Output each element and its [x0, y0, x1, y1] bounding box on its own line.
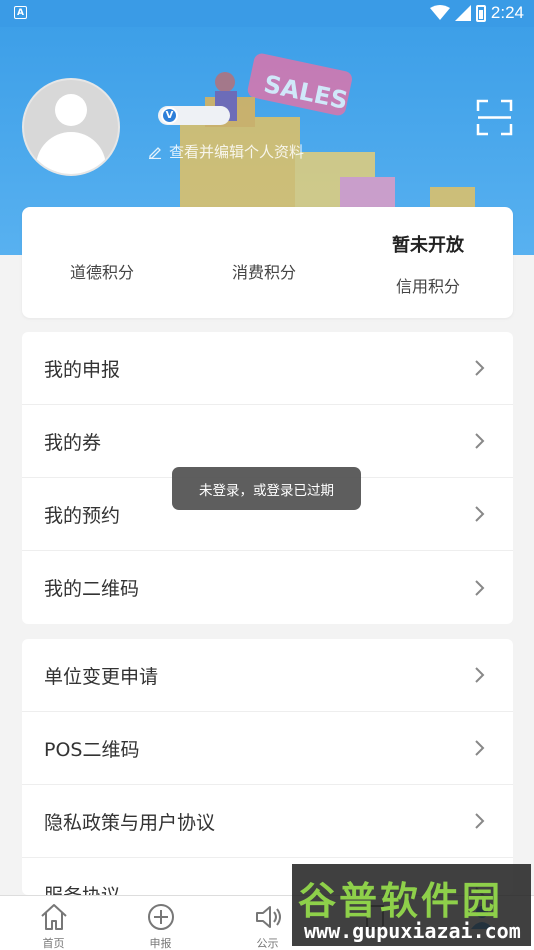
menu-item-label: 我的申报: [44, 358, 121, 381]
chevron-right-icon: [475, 506, 485, 522]
app-notification-icon: A: [14, 6, 27, 19]
menu-item-label: 我的券: [44, 431, 102, 454]
chevron-right-icon: [475, 667, 485, 683]
tab-home[interactable]: 首页: [0, 896, 107, 950]
menu-item-label: 服务协议: [44, 881, 120, 895]
status-bar: A 2:24: [0, 0, 534, 27]
points-label: 道德积分: [69, 263, 134, 282]
chevron-right-icon: [475, 740, 485, 756]
signal-icon: [454, 5, 471, 21]
points-label: 消费积分: [231, 263, 296, 282]
tab-apply[interactable]: 申报: [107, 896, 214, 950]
menu-item-pos-qrcode[interactable]: POS二维码: [22, 712, 513, 785]
points-moral[interactable]: 道德积分: [22, 207, 182, 318]
points-value: 暂未开放: [392, 235, 464, 256]
tab-label: 申报: [149, 937, 172, 950]
menu-item-label: 我的二维码: [44, 578, 140, 600]
points-credit[interactable]: 暂未开放 信用积分: [348, 207, 508, 318]
watermark: 谷普软件园 www.gupuxiazai.com: [292, 864, 531, 946]
menu-item-label: 我的预约: [44, 504, 121, 527]
username-pill: V: [158, 106, 230, 125]
menu-item-my-applications[interactable]: 我的申报: [22, 332, 513, 405]
tab-label: 首页: [42, 937, 65, 950]
edit-profile-label: 查看并编辑个人资料: [169, 143, 305, 161]
menu-group-settings: 单位变更申请 POS二维码 隐私政策与用户协议 服务协议: [22, 639, 513, 895]
menu-item-privacy-policy[interactable]: 隐私政策与用户协议: [22, 785, 513, 858]
edit-profile-link[interactable]: 查看并编辑个人资料: [148, 141, 304, 162]
plus-circle-icon: [147, 904, 174, 930]
menu-item-my-qrcode[interactable]: 我的二维码: [22, 551, 513, 624]
system-indicators: 2:24: [429, 3, 524, 23]
clock: 2:24: [490, 3, 524, 22]
chevron-right-icon: [475, 813, 485, 829]
menu-item-label: POS二维码: [44, 738, 140, 761]
watermark-url: www.gupuxiazai.com: [304, 919, 521, 943]
points-card: 道德积分 消费积分 暂未开放 信用积分: [22, 207, 513, 318]
speaker-icon: [255, 906, 281, 928]
home-icon: [40, 904, 67, 930]
verified-icon: V: [161, 107, 178, 124]
chevron-right-icon: [475, 579, 485, 596]
points-consumption[interactable]: 消费积分: [184, 207, 344, 318]
watermark-brand: 谷普软件园: [298, 879, 504, 923]
battery-icon: [475, 4, 486, 22]
chevron-right-icon: [475, 360, 485, 376]
menu-item-unit-change[interactable]: 单位变更申请: [22, 639, 513, 712]
wifi-icon: [429, 5, 450, 20]
points-label: 信用积分: [395, 277, 460, 296]
menu-item-label: 单位变更申请: [44, 665, 159, 688]
pencil-icon: [149, 146, 161, 159]
avatar[interactable]: [22, 78, 120, 176]
toast-message: 未登录，或登录已过期: [172, 467, 361, 510]
chevron-right-icon: [475, 433, 485, 449]
menu-item-label: 隐私政策与用户协议: [44, 811, 216, 834]
scan-icon[interactable]: [476, 99, 513, 136]
